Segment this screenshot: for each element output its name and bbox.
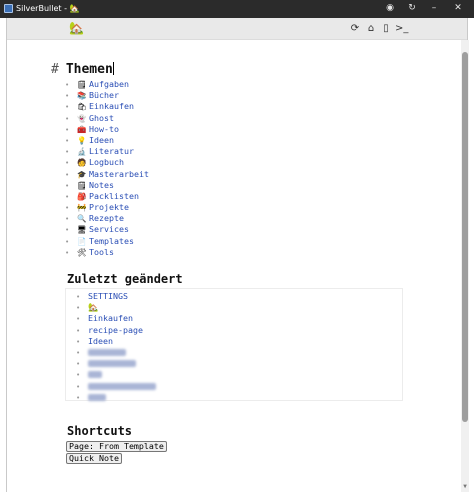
topic-emoji: 🔬 xyxy=(77,147,87,157)
terminal-icon[interactable]: >_ xyxy=(395,22,408,35)
home-icon[interactable]: ⌂ xyxy=(365,22,377,35)
book-icon[interactable]: ▯ xyxy=(380,22,392,35)
topic-link[interactable]: Packlisten xyxy=(89,191,139,201)
topic-emoji: 🧑 xyxy=(77,158,87,168)
heading-text: Themen xyxy=(65,62,113,77)
topic-link[interactable]: Templates xyxy=(89,236,134,246)
recent-heading: Zuletzt geändert xyxy=(67,272,183,286)
list-item: • 🚧 Projekte xyxy=(65,202,129,213)
list-item: • xyxy=(76,392,156,403)
topic-emoji: 🚧 xyxy=(77,203,87,213)
topic-emoji: 🎒 xyxy=(77,191,87,201)
text-cursor xyxy=(112,62,114,75)
recent-page-link[interactable]: recipe-page xyxy=(88,325,143,335)
window-titlebar: SilverBullet - 🏡 ◉ ↻ – ✕ xyxy=(0,0,474,18)
shortcuts-heading: Shortcuts xyxy=(67,424,133,438)
topic-link[interactable]: Ghost xyxy=(89,113,114,123)
list-item: • 💡 Ideen xyxy=(65,134,114,145)
list-item: • 🎓 Masterarbeit xyxy=(65,168,149,179)
list-item: • 🛠 Tools xyxy=(65,246,114,257)
minimize-button[interactable]: – xyxy=(428,2,440,15)
topic-emoji: 💡 xyxy=(77,135,87,145)
recent-pages-panel: • SETTINGS • 🏡 • Einkaufen • recipe-page • Id… xyxy=(65,288,403,403)
topic-emoji: 👻 xyxy=(77,113,87,123)
blurred-page-link[interactable] xyxy=(88,348,126,356)
topic-emoji: 🎓 xyxy=(77,169,87,179)
list-item: • 🖥 Services xyxy=(65,224,129,235)
list-item: • 👻 Ghost xyxy=(65,112,114,123)
topic-emoji: 🛍 xyxy=(77,102,87,112)
list-item: • 🛍 Einkaufen xyxy=(65,101,134,112)
sync-icon[interactable]: ⟳ xyxy=(349,22,361,35)
recent-page-link[interactable]: Einkaufen xyxy=(88,313,133,323)
list-item: • SETTINGS xyxy=(76,291,128,301)
list-item: • 📄 Templates xyxy=(65,235,134,246)
blurred-page-link[interactable] xyxy=(88,371,102,379)
app-topbar: 🏡 ⟳ ⌂ ▯ >_ xyxy=(7,18,467,40)
topic-link[interactable]: Projekte xyxy=(89,202,129,212)
scrollbar-thumb[interactable] xyxy=(462,52,468,422)
close-button[interactable]: ✕ xyxy=(452,2,464,15)
topics-list: • 🗒 Aufgaben • 📚 Bücher • 🛍 Einkaufen • 👻 Ghost … xyxy=(65,79,149,258)
list-item: • 📚 Bücher xyxy=(65,90,119,101)
template-page-button[interactable]: Page: From Template xyxy=(66,441,167,452)
app-frame: 🏡 ⟳ ⌂ ▯ >_ # Themen • 🗒 Aufgaben • 📚 Bücher •… xyxy=(6,18,469,492)
heading-marker: # xyxy=(51,62,59,77)
list-item: • 🔬 Literatur xyxy=(65,146,134,157)
topic-link[interactable]: Services xyxy=(89,224,129,234)
list-item: • recipe-page xyxy=(76,324,143,335)
topic-emoji: 📄 xyxy=(77,236,87,246)
list-item: • 🔍 Rezepte xyxy=(65,213,124,224)
topic-link[interactable]: Logbuch xyxy=(89,157,124,167)
recent-page-link[interactable]: 🏡 xyxy=(88,302,98,312)
blurred-page-link[interactable] xyxy=(88,393,106,401)
list-item: • 🗒 Notes xyxy=(65,179,114,190)
topic-link[interactable]: Ideen xyxy=(89,135,114,145)
topic-emoji: 🔍 xyxy=(77,214,87,224)
topic-emoji: 📚 xyxy=(77,91,87,101)
list-item: • xyxy=(76,347,156,358)
topic-link[interactable]: Masterarbeit xyxy=(89,169,149,179)
blurred-page-link[interactable] xyxy=(88,360,136,368)
topic-emoji: 🛠 xyxy=(77,247,87,257)
topic-link[interactable]: Aufgaben xyxy=(89,79,129,89)
window-bottom-edge xyxy=(0,492,474,499)
page-heading[interactable]: # Themen xyxy=(51,62,114,77)
list-item: • 🧰 How-to xyxy=(65,123,119,134)
list-item: • 🧑 Logbuch xyxy=(65,157,124,168)
topic-emoji: 🗒 xyxy=(77,80,87,89)
list-item: • 🎒 Packlisten xyxy=(65,190,139,201)
page-name[interactable]: 🏡 xyxy=(69,21,84,35)
recent-page-link[interactable]: Ideen xyxy=(88,336,113,346)
blurred-page-link[interactable] xyxy=(88,382,156,390)
topic-emoji: 🗒 xyxy=(77,180,87,190)
app-icon xyxy=(4,4,13,13)
scrollbar[interactable]: ▼ xyxy=(461,40,469,492)
topic-emoji: 🖥 xyxy=(77,225,87,235)
eye-icon[interactable]: ◉ xyxy=(384,2,396,15)
quick-note-button[interactable]: Quick Note xyxy=(66,453,122,464)
window-title: SilverBullet - 🏡 xyxy=(16,4,80,13)
topic-link[interactable]: Rezepte xyxy=(89,213,124,223)
recent-pages-list: • SETTINGS • 🏡 • Einkaufen • recipe-page • Id… xyxy=(76,291,156,403)
list-item: • 🗒 Aufgaben xyxy=(65,79,129,89)
topic-link[interactable]: Tools xyxy=(89,247,114,257)
list-item: • xyxy=(76,369,156,380)
editor-content[interactable]: # Themen • 🗒 Aufgaben • 📚 Bücher • 🛍 Einkaufen … xyxy=(7,40,461,492)
topic-link[interactable]: Literatur xyxy=(89,146,134,156)
recent-page-link[interactable]: SETTINGS xyxy=(88,291,128,301)
scroll-down-arrow[interactable]: ▼ xyxy=(461,482,469,492)
list-item: • 🏡 xyxy=(76,302,99,313)
topic-link[interactable]: Notes xyxy=(89,180,114,190)
refresh-icon[interactable]: ↻ xyxy=(406,2,418,15)
topic-link[interactable]: Einkaufen xyxy=(89,101,134,111)
list-item: • xyxy=(76,381,156,392)
topic-link[interactable]: How-to xyxy=(89,124,119,134)
list-item: • Ideen xyxy=(76,335,113,346)
topic-emoji: 🧰 xyxy=(77,124,87,134)
list-item: • xyxy=(76,358,156,369)
topic-link[interactable]: Bücher xyxy=(89,90,119,100)
list-item: • Einkaufen xyxy=(76,313,133,324)
